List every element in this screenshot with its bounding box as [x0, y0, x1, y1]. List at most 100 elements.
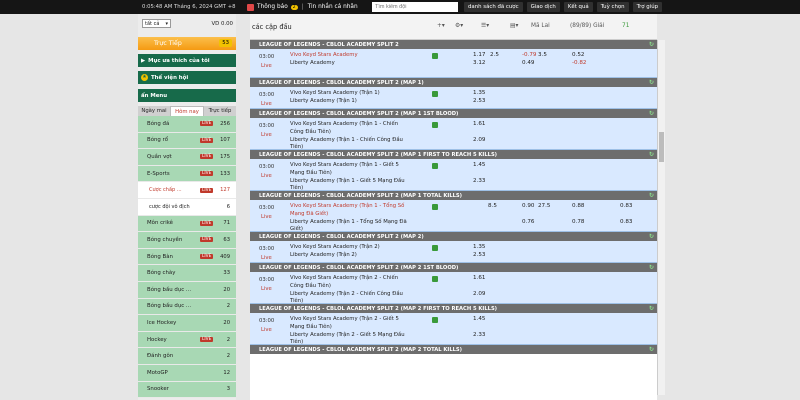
tab-1[interactable]: Hôm nay: [170, 106, 204, 116]
league-header[interactable]: LEAGUE OF LEGENDS - CBLOL ACADEMY SPLIT …: [250, 232, 657, 241]
top-link[interactable]: Tuỳ chọn: [596, 2, 629, 12]
stats-icon[interactable]: [432, 317, 438, 323]
sidebar-sport-item[interactable]: Bóng chày 33: [138, 265, 236, 282]
odds-value[interactable]: 0.83: [620, 219, 632, 225]
view-icon[interactable]: ▤▾: [510, 23, 518, 29]
refresh-icon[interactable]: ↻: [649, 346, 654, 353]
odds-value[interactable]: -0.82: [572, 60, 586, 66]
sidebar-sport-item[interactable]: MotoGP 12: [138, 364, 236, 382]
odds-value[interactable]: 0.76: [522, 219, 534, 225]
odds-value[interactable]: 0.88: [572, 203, 584, 209]
scrollbar[interactable]: [657, 40, 665, 395]
top-link[interactable]: Trợ giúp: [632, 2, 663, 12]
odds-value[interactable]: 1.45: [473, 316, 485, 322]
odds-value[interactable]: 0.83: [620, 203, 632, 209]
league-header[interactable]: LEAGUE OF LEGENDS - CBLOL ACADEMY SPLIT …: [250, 345, 657, 354]
league-header[interactable]: LEAGUE OF LEGENDS - CBLOL ACADEMY SPLIT …: [250, 304, 657, 313]
odds-value[interactable]: 1.35: [473, 244, 485, 250]
messages[interactable]: Thông báo 2 | Tin nhắn cá nhân: [247, 3, 358, 11]
league-header[interactable]: LEAGUE OF LEGENDS - CBLOL ACADEMY SPLIT …: [250, 109, 657, 118]
league-header[interactable]: LEAGUE OF LEGENDS - CBLOL ACADEMY SPLIT …: [250, 191, 657, 200]
sidebar-sport-item[interactable]: cược đội vô địch 6: [138, 198, 236, 216]
sort-icon[interactable]: ☰▾: [481, 23, 489, 29]
teams: Vivo Keyd Stars Academy (Trận 2 - Chiến …: [290, 275, 410, 306]
stats-icon[interactable]: [432, 204, 438, 210]
odds-value[interactable]: 3.5: [538, 52, 547, 58]
menu-toggle[interactable]: ẩn Menu: [138, 89, 236, 102]
odds-value[interactable]: 2.33: [473, 178, 485, 184]
odds-value[interactable]: 0.49: [522, 60, 534, 66]
odds-value[interactable]: 2.5: [490, 52, 499, 58]
odds-value[interactable]: -0.79: [522, 52, 536, 58]
favorites-section[interactable]: ▶ Mục ưa thích của tôi: [138, 54, 236, 67]
league-header[interactable]: LEAGUE OF LEGENDS - CBLOL ACADEMY SPLIT …: [250, 263, 657, 272]
settings-icon[interactable]: ⚙▾: [455, 23, 463, 29]
sidebar-sport-item[interactable]: Bóng bầu dục ... 20: [138, 281, 236, 299]
sidebar-sport-item[interactable]: Bóng rổ LIVE 107: [138, 132, 236, 150]
odds-value[interactable]: 8.5: [488, 203, 497, 209]
top-link[interactable]: danh sách đã cược: [464, 2, 523, 12]
sport-list: Bóng đá LIVE 256 Bóng rổ LIVE 107 Quần vợt LIVE…: [138, 116, 236, 399]
sidebar-sport-item[interactable]: Snooker 3: [138, 381, 236, 399]
odds-value[interactable]: 3.12: [473, 60, 485, 66]
odds-value[interactable]: 27.5: [538, 203, 550, 209]
refresh-icon[interactable]: ↻: [649, 110, 654, 117]
sidebar-sport-item[interactable]: Bóng chuyền LIVE 63: [138, 232, 236, 249]
user-label[interactable]: Tin nhắn cá nhân: [308, 4, 358, 10]
stats-icon[interactable]: [432, 276, 438, 282]
stats-icon[interactable]: [432, 163, 438, 169]
stats-icon[interactable]: [432, 122, 438, 128]
sidebar-sport-item[interactable]: Bóng Bàn LIVE 409: [138, 248, 236, 266]
sidebar-sport-item[interactable]: Bóng bầu dục ... 2: [138, 298, 236, 316]
odds-value[interactable]: 0.78: [572, 219, 584, 225]
odds-value[interactable]: 2.09: [473, 291, 485, 297]
odds-type[interactable]: Mã Lai: [531, 23, 550, 29]
odds-value[interactable]: 1.61: [473, 121, 485, 127]
sidebar-sport-item[interactable]: Ice Hockey 20: [138, 315, 236, 332]
trophy-icon: ★: [141, 74, 148, 81]
tab-2[interactable]: Trực tiếp: [204, 106, 236, 116]
league-header[interactable]: LEAGUE OF LEGENDS - CBLOL ACADEMY SPLIT …: [250, 40, 657, 49]
refresh-icon[interactable]: ↻: [649, 233, 654, 240]
refresh-icon[interactable]: ↻: [649, 264, 654, 271]
scroll-thumb[interactable]: [659, 132, 664, 162]
add-icon[interactable]: +▾: [437, 23, 445, 29]
odds-value[interactable]: 2.53: [473, 252, 485, 258]
sidebar-sport-item[interactable]: Hockey LIVE 2: [138, 331, 236, 349]
sport-name: cược đội vô địch: [149, 203, 190, 210]
refresh-icon[interactable]: ↻: [649, 151, 654, 158]
league-count[interactable]: (89/89) Giải: [570, 23, 604, 29]
odds-value[interactable]: 1.45: [473, 162, 485, 168]
stats-icon[interactable]: [432, 245, 438, 251]
refresh-icon[interactable]: ↻: [649, 305, 654, 312]
live-button[interactable]: Trực Tiếp 53: [138, 37, 236, 50]
odds-value[interactable]: 1.61: [473, 275, 485, 281]
odds-value[interactable]: 2.09: [473, 137, 485, 143]
search-input[interactable]: [372, 2, 458, 12]
stats-icon[interactable]: [432, 53, 438, 59]
odds-value[interactable]: 2.53: [473, 98, 485, 104]
odds-value[interactable]: 1.35: [473, 90, 485, 96]
odds-value[interactable]: 0.52: [572, 52, 584, 58]
refresh-icon[interactable]: ↻: [649, 41, 654, 48]
sidebar-sport-item[interactable]: E-Sports LIVE 133: [138, 165, 236, 183]
top-link[interactable]: Kết quả: [563, 2, 593, 12]
sports-library-section[interactable]: ★ Thể viện hội: [138, 71, 236, 84]
tab-0[interactable]: Ngày mai: [138, 106, 170, 116]
sidebar-sport-item[interactable]: Bóng đá LIVE 256: [138, 116, 236, 133]
odds-value[interactable]: 0.90: [522, 203, 534, 209]
filter-select[interactable]: tất cả ▾: [142, 19, 171, 28]
odds-value[interactable]: 2.33: [473, 332, 485, 338]
refresh-icon[interactable]: ↻: [649, 192, 654, 199]
sidebar-sport-item[interactable]: Quần vợt LIVE 175: [138, 149, 236, 166]
sidebar-sport-item[interactable]: Môn crikê LIVE 71: [138, 215, 236, 233]
refresh-count[interactable]: 71: [622, 23, 629, 29]
odds-value[interactable]: 1.17: [473, 52, 485, 58]
top-link[interactable]: Giao dịch: [526, 2, 560, 12]
sidebar-sport-item[interactable]: Cược chấp ... LIVE 127: [138, 182, 236, 199]
refresh-icon[interactable]: ↻: [649, 79, 654, 86]
league-header[interactable]: LEAGUE OF LEGENDS - CBLOL ACADEMY SPLIT …: [250, 78, 657, 87]
league-header[interactable]: LEAGUE OF LEGENDS - CBLOL ACADEMY SPLIT …: [250, 150, 657, 159]
stats-icon[interactable]: [432, 91, 438, 97]
sidebar-sport-item[interactable]: Đánh gôn 2: [138, 348, 236, 365]
